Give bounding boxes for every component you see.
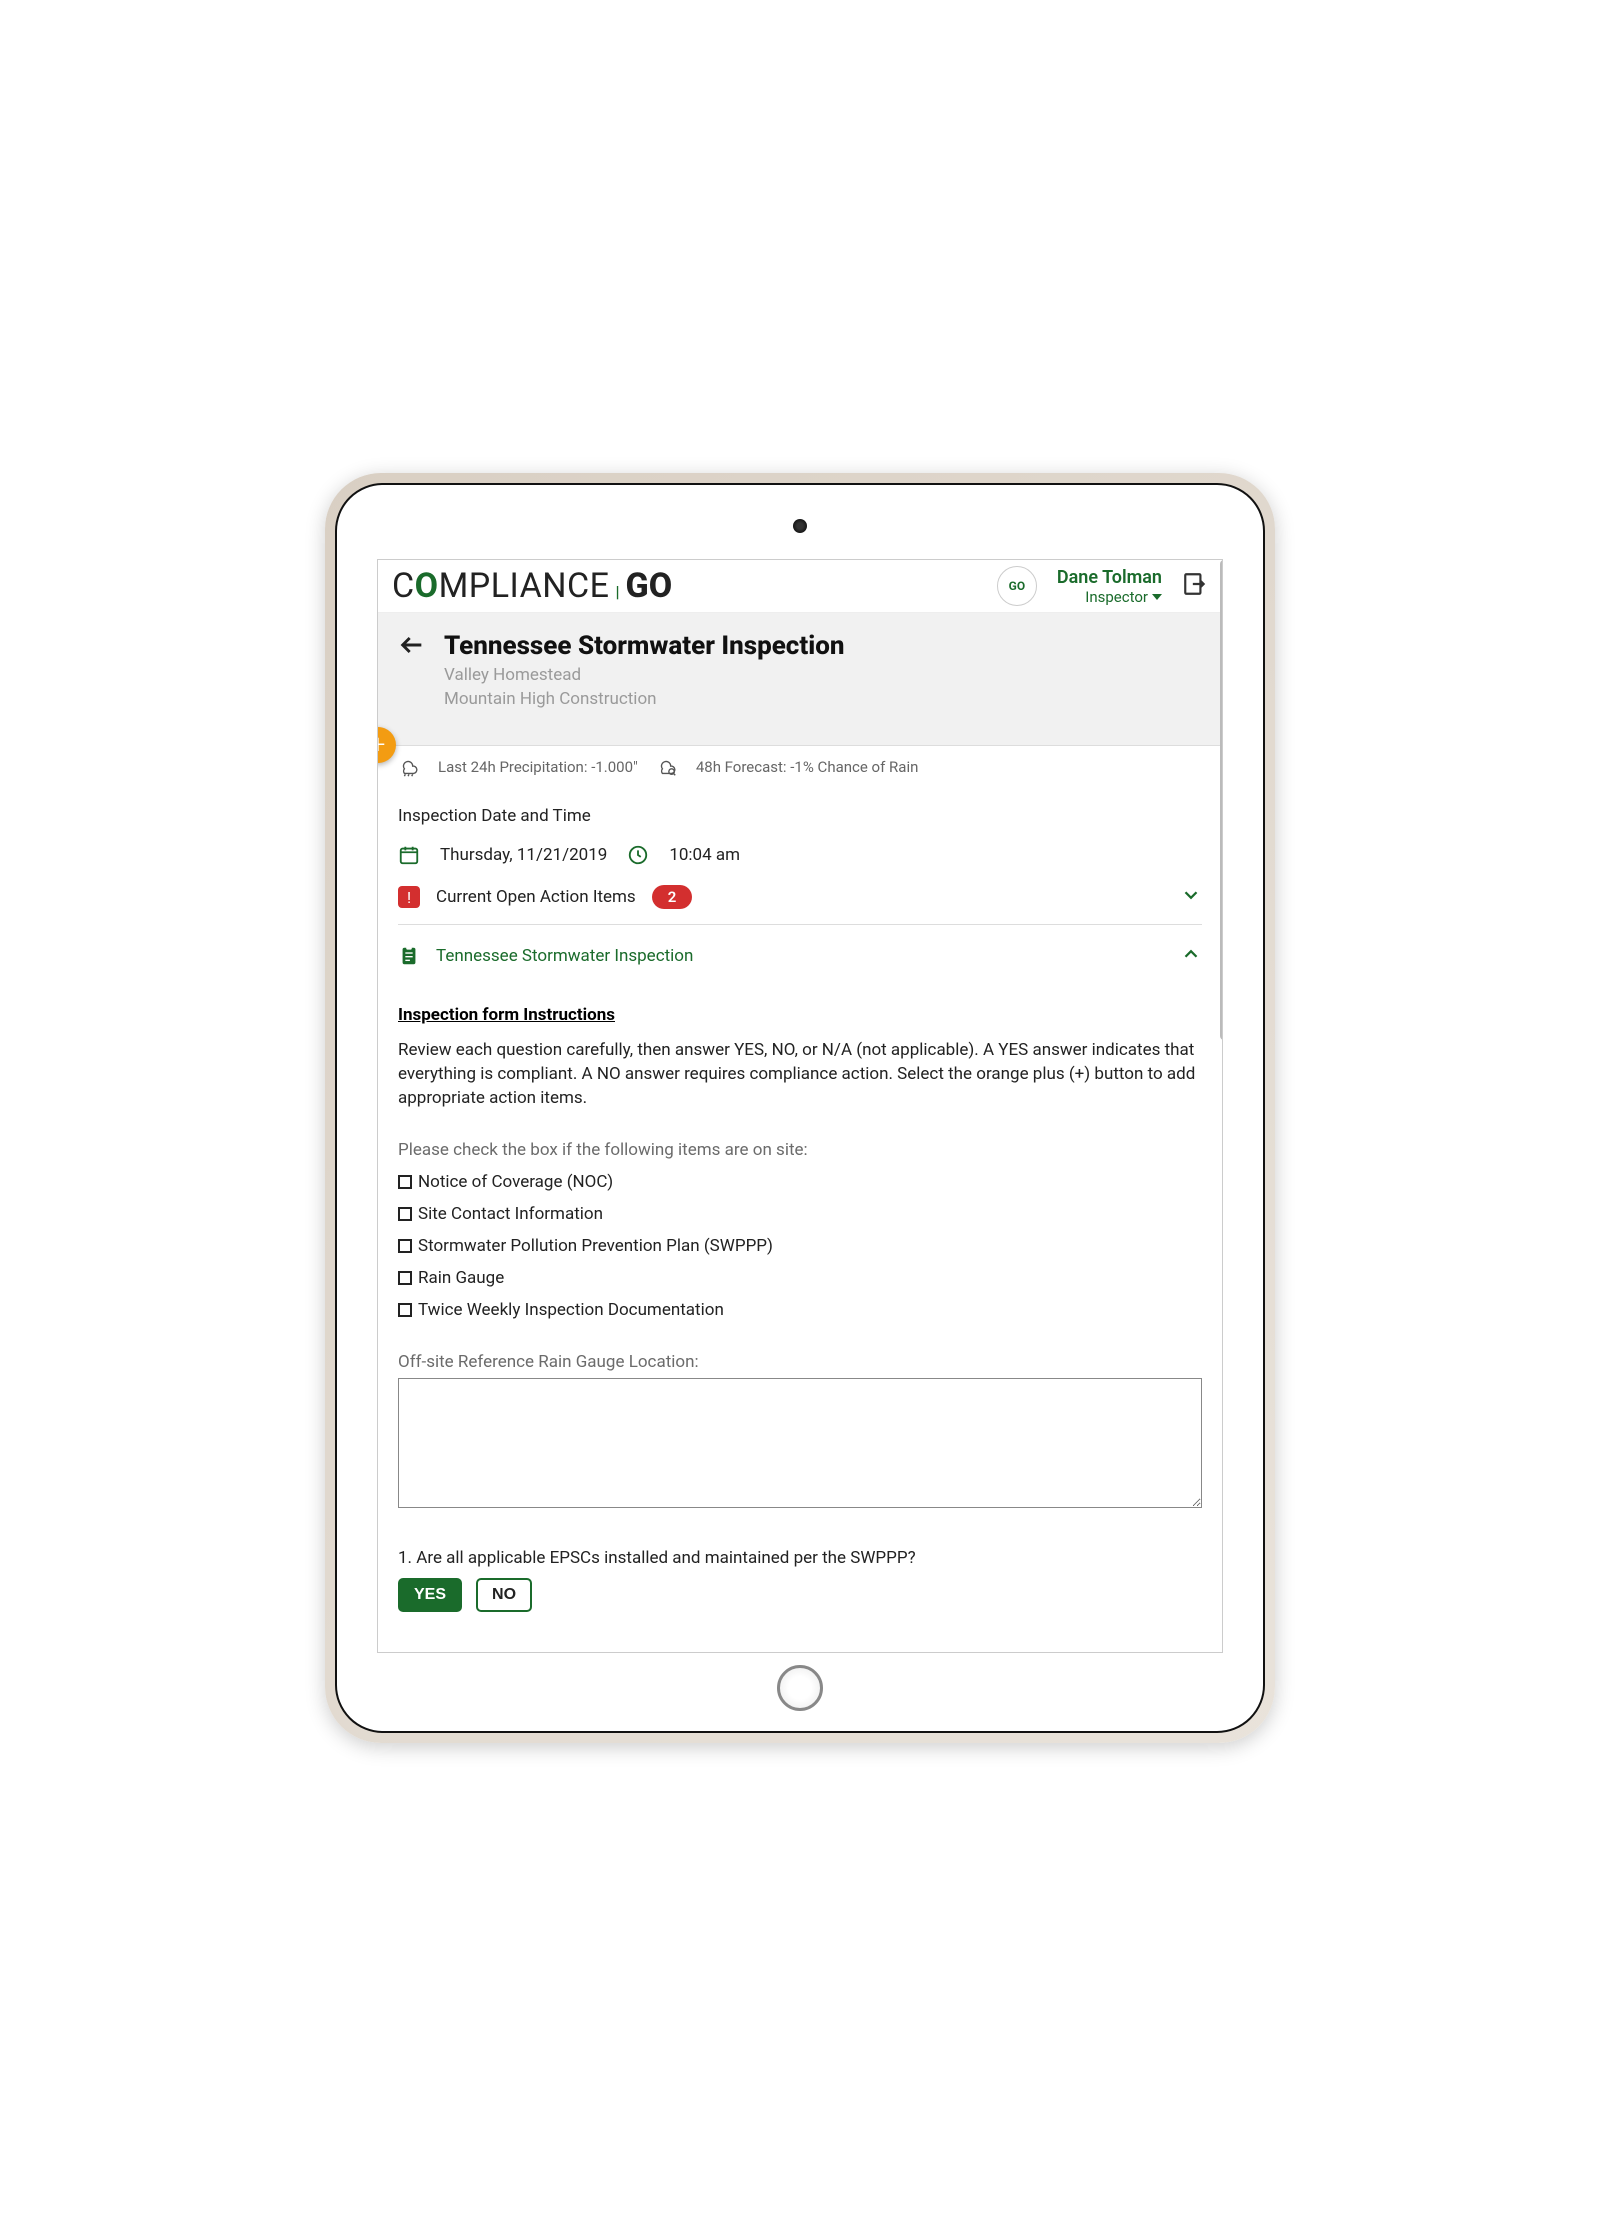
scrollbar[interactable] bbox=[1220, 560, 1223, 1652]
precip-text: Last 24h Precipitation: -1.000" bbox=[438, 758, 638, 776]
rain-gauge-textarea[interactable] bbox=[398, 1378, 1202, 1508]
clipboard-icon bbox=[398, 945, 420, 967]
checkbox[interactable] bbox=[398, 1303, 412, 1317]
checklist-item[interactable]: Notice of Coverage (NOC) bbox=[398, 1172, 1202, 1192]
clock-icon[interactable] bbox=[627, 844, 649, 866]
weather-row: Last 24h Precipitation: -1.000" 48h Fore… bbox=[378, 750, 1222, 784]
question-1: 1. Are all applicable EPSCs installed an… bbox=[398, 1548, 1202, 1568]
tablet-camera bbox=[793, 519, 807, 533]
user-area: GO Dane Tolman Inspector bbox=[997, 566, 1208, 606]
inspection-time[interactable]: 10:04 am bbox=[669, 845, 740, 865]
no-button[interactable]: NO bbox=[476, 1578, 532, 1612]
instructions-heading: Inspection form Instructions bbox=[398, 1005, 1202, 1025]
open-action-items-toggle[interactable]: ! Current Open Action Items 2 bbox=[398, 866, 1202, 925]
forecast-text: 48h Forecast: -1% Chance of Rain bbox=[696, 758, 919, 776]
chevron-down-icon bbox=[1180, 884, 1202, 910]
inspection-date[interactable]: Thursday, 11/21/2019 bbox=[440, 845, 607, 865]
checkbox[interactable] bbox=[398, 1175, 412, 1189]
rain-gauge-label: Off-site Reference Rain Gauge Location: bbox=[398, 1352, 1202, 1372]
logout-button[interactable] bbox=[1182, 571, 1208, 601]
app-screen: COMPLIANCE|GO GO Dane Tolman Inspector bbox=[377, 559, 1223, 1653]
chevron-up-icon bbox=[1180, 943, 1202, 969]
content-scroll[interactable]: Inspection Date and Time Thursday, 11/21… bbox=[378, 784, 1222, 1652]
alert-icon: ! bbox=[398, 886, 420, 908]
checklist-item[interactable]: Rain Gauge bbox=[398, 1268, 1202, 1288]
rain-icon bbox=[398, 756, 420, 778]
form-section-title: Tennessee Stormwater Inspection bbox=[436, 946, 693, 966]
company-name: Mountain High Construction bbox=[444, 689, 845, 709]
datetime-label: Inspection Date and Time bbox=[398, 806, 1202, 826]
user-name: Dane Tolman bbox=[1057, 567, 1162, 588]
open-action-items-title: Current Open Action Items bbox=[436, 887, 636, 907]
checklist-item[interactable]: Twice Weekly Inspection Documentation bbox=[398, 1300, 1202, 1320]
yes-button[interactable]: YES bbox=[398, 1578, 462, 1612]
tablet-home-button[interactable] bbox=[777, 1665, 823, 1711]
tablet-frame: COMPLIANCE|GO GO Dane Tolman Inspector bbox=[325, 473, 1275, 1743]
app-logo: COMPLIANCE|GO bbox=[392, 566, 672, 606]
page-title: Tennessee Stormwater Inspection bbox=[444, 631, 845, 661]
user-role-dropdown[interactable]: Inspector bbox=[1057, 588, 1162, 606]
page-header: Tennessee Stormwater Inspection Valley H… bbox=[378, 613, 1222, 746]
form-section-toggle[interactable]: Tennessee Stormwater Inspection bbox=[398, 925, 1202, 983]
caret-down-icon bbox=[1152, 594, 1162, 600]
tablet-bezel: COMPLIANCE|GO GO Dane Tolman Inspector bbox=[335, 483, 1265, 1733]
scrollbar-thumb[interactable] bbox=[1220, 560, 1223, 1040]
checklist-item[interactable]: Stormwater Pollution Prevention Plan (SW… bbox=[398, 1236, 1202, 1256]
calendar-icon[interactable] bbox=[398, 844, 420, 866]
instructions-body: Review each question carefully, then ans… bbox=[398, 1039, 1202, 1110]
cloud-search-icon bbox=[656, 756, 678, 778]
checklist-item[interactable]: Site Contact Information bbox=[398, 1204, 1202, 1224]
back-button[interactable] bbox=[398, 631, 426, 663]
checkbox[interactable] bbox=[398, 1239, 412, 1253]
checklist-label: Please check the box if the following it… bbox=[398, 1140, 1202, 1160]
avatar[interactable]: GO bbox=[997, 566, 1037, 606]
action-items-count-badge: 2 bbox=[652, 885, 693, 909]
checkbox[interactable] bbox=[398, 1271, 412, 1285]
site-name: Valley Homestead bbox=[444, 665, 845, 685]
checkbox[interactable] bbox=[398, 1207, 412, 1221]
app-bar: COMPLIANCE|GO GO Dane Tolman Inspector bbox=[378, 560, 1222, 613]
